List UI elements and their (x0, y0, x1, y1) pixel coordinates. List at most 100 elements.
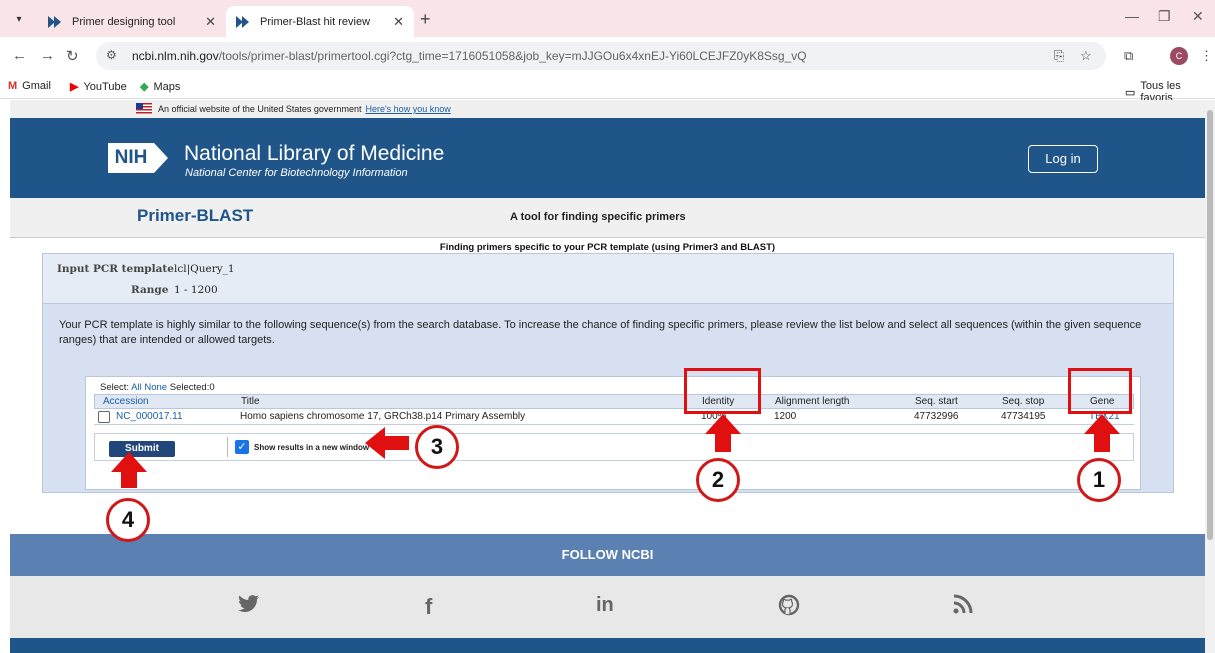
col-alignment-length[interactable]: Alignment length (775, 396, 850, 407)
maximize-icon[interactable]: ❐ (1158, 8, 1171, 25)
new-tab-icon[interactable]: + (420, 9, 431, 30)
table-row: NC_000017.11 Homo sapiens chromosome 17,… (94, 410, 1134, 425)
youtube-icon: ▶ (70, 81, 79, 93)
arrow-up-submit (111, 452, 147, 488)
gene-highlight-box (1068, 368, 1132, 414)
page-left-margin (0, 100, 10, 653)
select-label: Select: (100, 382, 130, 393)
site-info-icon[interactable]: ⚙ (106, 48, 117, 62)
extensions-icon[interactable]: ⧉ (1124, 48, 1133, 64)
hit-alignment-length: 1200 (774, 411, 797, 422)
bookmark-star-icon[interactable]: ☆ (1080, 48, 1092, 64)
hit-seq-start: 47732996 (914, 411, 959, 422)
tab-search-icon[interactable]: ▾ (8, 8, 30, 30)
tab-title: Primer designing tool (72, 15, 176, 28)
address-bar-row: ← → ↻ ⚙ ncbi.nlm.nih.gov/tools/primer-bl… (0, 37, 1215, 75)
range-value: 1 - 1200 (174, 284, 218, 296)
back-icon[interactable]: ← (12, 47, 27, 64)
bookmark-gmail[interactable]: M Gmail (8, 80, 51, 92)
reload-icon[interactable]: ↻ (66, 47, 79, 65)
input-template-value: lcl|Query_1 (174, 263, 235, 275)
linkedin-icon[interactable]: in (596, 594, 614, 617)
annotation-marker-1: 1 (1077, 458, 1121, 502)
hit-table-container: Select: All None Selected:0 Accession Ti… (85, 376, 1141, 490)
gov-banner-text: An official website of the United States… (158, 104, 362, 114)
tab-title: Primer-Blast hit review (260, 15, 371, 28)
primer-blast-header: Primer-BLAST A tool for finding specific… (10, 198, 1205, 238)
col-title[interactable]: Title (241, 396, 260, 407)
submit-bar: Submit ✓ Show results in a new window (94, 433, 1134, 461)
primer-blast-tagline: A tool for finding specific primers (510, 211, 686, 223)
instructions-text: Your PCR template is highly similar to t… (59, 319, 1142, 346)
nih-logo-arrow-icon (154, 143, 168, 173)
github-icon[interactable] (778, 594, 800, 622)
url-text: ncbi.nlm.nih.gov/tools/primer-blast/prim… (132, 49, 807, 63)
row-checkbox[interactable] (98, 411, 110, 423)
social-links: f in (10, 576, 1205, 638)
hit-seq-stop: 47734195 (1001, 411, 1046, 422)
bookmark-youtube[interactable]: ▶ YouTube (70, 80, 127, 94)
range-label: Range (131, 284, 169, 296)
tab-primer-blast-hit-review[interactable]: Primer-Blast hit review ✕ (226, 6, 414, 37)
bookmark-maps[interactable]: ◆ Maps (140, 80, 180, 94)
gmail-icon: M (8, 80, 18, 92)
nlm-header: NIH National Library of Medicine Nationa… (10, 118, 1205, 198)
select-none-link[interactable]: None (144, 382, 167, 393)
login-button[interactable]: Log in (1028, 145, 1098, 173)
page-scrollbar[interactable] (1205, 100, 1215, 653)
nih-logo[interactable]: NIH (108, 143, 154, 173)
close-tab-icon[interactable]: ✕ (205, 14, 216, 30)
col-accession[interactable]: Accession (103, 396, 149, 407)
bookmarks-bar: M Gmail ▶ YouTube ◆ Maps ▭ Tous les favo… (0, 75, 1215, 104)
section-title: Finding primers specific to your PCR tem… (439, 242, 776, 253)
arrow-left-checkbox (365, 427, 409, 459)
col-seq-stop[interactable]: Seq. stop (1002, 396, 1044, 407)
gov-banner: An official website of the United States… (10, 100, 1205, 118)
minimize-icon[interactable]: — (1125, 8, 1139, 24)
annotation-marker-2: 2 (696, 458, 740, 502)
results-panel: Input PCR template lcl|Query_1 Range 1 -… (42, 253, 1174, 493)
selection-controls: Select: All None Selected:0 (100, 382, 215, 393)
template-info: Input PCR template lcl|Query_1 Range 1 -… (43, 254, 1173, 304)
browser-tab-bar: ▾ Primer designing tool ✕ Primer-Blast h… (0, 0, 1215, 37)
profile-avatar[interactable]: C (1170, 47, 1188, 65)
input-template-label: Input PCR template (57, 263, 174, 275)
annotation-marker-3: 3 (415, 425, 459, 469)
accession-link[interactable]: NC_000017.11 (116, 411, 183, 422)
ncbi-subtitle: National Center for Biotechnology Inform… (185, 167, 408, 179)
selected-count: Selected:0 (169, 382, 215, 393)
rss-icon[interactable] (953, 594, 973, 620)
footer-band (10, 638, 1205, 653)
scrollbar-thumb[interactable] (1207, 110, 1213, 540)
identity-highlight-box (684, 368, 761, 414)
arrow-up-gene (1084, 414, 1120, 452)
twitter-icon[interactable] (238, 594, 260, 620)
close-window-icon[interactable]: ✕ (1192, 8, 1204, 25)
new-window-label[interactable]: Show results in a new window (254, 443, 369, 452)
annotation-marker-4: 4 (106, 498, 150, 542)
select-all-link[interactable]: All (131, 382, 142, 393)
maps-icon: ◆ (140, 81, 149, 93)
forward-icon[interactable]: → (40, 47, 55, 64)
new-window-checkbox[interactable]: ✓ (235, 440, 249, 454)
nlm-title[interactable]: National Library of Medicine (184, 142, 444, 166)
close-tab-icon[interactable]: ✕ (393, 14, 404, 30)
heres-how-you-know-link[interactable]: Here's how you know (365, 104, 450, 114)
menu-icon[interactable]: ⋮ (1200, 48, 1213, 64)
table-header: Accession Title Identity Alignment lengt… (94, 394, 1134, 409)
web-page: An official website of the United States… (10, 100, 1205, 653)
arrow-up-identity (705, 414, 741, 452)
ncbi-favicon-icon (48, 15, 64, 28)
divider (227, 437, 228, 457)
col-seq-start[interactable]: Seq. start (915, 396, 958, 407)
translate-icon[interactable]: ⎘ (1054, 48, 1064, 64)
us-flag-icon (136, 103, 152, 114)
url-field[interactable]: ⚙ ncbi.nlm.nih.gov/tools/primer-blast/pr… (96, 42, 1106, 70)
hit-title: Homo sapiens chromosome 17, GRCh38.p14 P… (240, 411, 526, 422)
tab-primer-designing-tool[interactable]: Primer designing tool ✕ (38, 6, 226, 37)
ncbi-favicon-icon (236, 15, 252, 28)
folder-icon: ▭ (1125, 86, 1136, 99)
primer-blast-title[interactable]: Primer-BLAST (137, 206, 253, 226)
facebook-icon[interactable]: f (425, 594, 432, 620)
follow-ncbi-bar: FOLLOW NCBI (10, 534, 1205, 576)
